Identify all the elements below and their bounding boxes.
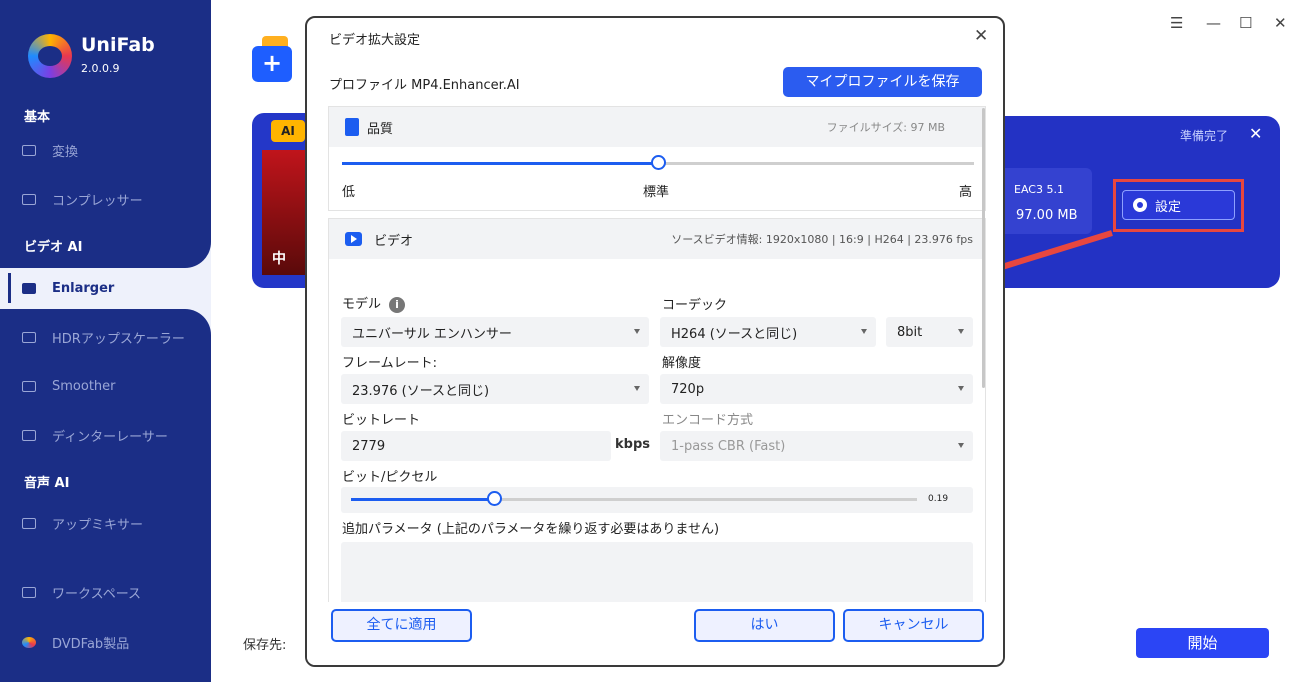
sidebar-item-compressor[interactable]: コンプレッサー — [0, 182, 211, 216]
bpp-slider-fill — [351, 498, 495, 501]
bitrate-label: ビットレート — [342, 413, 421, 428]
upmixer-icon — [22, 517, 36, 529]
minimize-icon[interactable]: — — [1206, 14, 1221, 32]
hdr-icon — [22, 331, 36, 343]
section-video-ai: ビデオ AI — [24, 240, 83, 255]
quality-slider-knob[interactable] — [651, 155, 666, 170]
dvdfab-icon — [22, 636, 36, 648]
sidebar-item-deinterlacer[interactable]: ディンターレーサー — [0, 418, 211, 452]
maximize-icon[interactable]: ☐ — [1239, 14, 1252, 32]
quality-low-label: 低 — [342, 185, 356, 200]
video-icon — [345, 232, 362, 246]
highlight-box — [1113, 179, 1244, 232]
unifab-logo-icon — [28, 34, 72, 78]
subtitle-badge: 中 — [272, 251, 286, 267]
compress-icon — [22, 193, 36, 205]
video-title: ビデオ — [374, 233, 414, 249]
quality-standard-label: 標準 — [643, 185, 670, 200]
sidebar-item-smoother[interactable]: Smoother — [0, 369, 211, 403]
resolution-label: 解像度 — [662, 356, 702, 371]
bpp-slider-knob[interactable] — [487, 491, 502, 506]
save-to-label: 保存先: — [243, 638, 287, 653]
yes-button[interactable]: はい — [694, 609, 835, 642]
monitor-icon — [22, 586, 36, 598]
resolution-select[interactable]: 720p — [660, 374, 973, 404]
model-label: モデル i — [342, 293, 406, 313]
smoother-icon — [22, 380, 36, 392]
quality-slider-fill — [342, 162, 658, 165]
remove-task-icon[interactable]: ✕ — [1249, 124, 1262, 143]
close-window-icon[interactable]: ✕ — [1274, 14, 1287, 32]
codec-label: コーデック — [662, 298, 728, 313]
sidebar-item-hdr-upscaler[interactable]: HDRアップスケーラー — [0, 320, 211, 354]
framerate-select[interactable]: 23.976 (ソースと同じ) — [341, 374, 649, 404]
dialog-title: ビデオ拡大設定 — [329, 33, 421, 48]
sidebar-item-enlarger[interactable]: Enlarger — [0, 271, 211, 305]
source-info: ソースビデオ情報: 1920x1080 | 16:9 | H264 | 23.9… — [671, 233, 973, 246]
deinterlace-icon — [22, 429, 36, 441]
extra-params-label: 追加パラメータ (上記のパラメータを繰り返す必要はありません) — [342, 522, 720, 537]
encode-label: エンコード方式 — [662, 413, 754, 428]
task-status: 準備完了 — [1180, 129, 1229, 143]
dialog-footer: 全てに適用 はい キャンセル — [307, 602, 1003, 665]
output-size: 97.00 MB — [1016, 208, 1078, 223]
sidebar-item-upmixer[interactable]: アップミキサー — [0, 506, 211, 540]
framerate-label: フレームレート: — [342, 356, 437, 371]
video-thumbnail — [262, 150, 310, 275]
section-basic: 基本 — [24, 110, 51, 125]
model-select[interactable]: ユニバーサル エンハンサー — [341, 317, 649, 347]
sidebar: UniFab 2.0.0.9 基本 変換 コンプレッサー ビデオ AI Enla… — [0, 0, 211, 682]
audio-track[interactable]: EAC3 5.1 — [1014, 183, 1064, 196]
info-icon[interactable]: i — [389, 297, 406, 313]
apply-all-button[interactable]: 全てに適用 — [331, 609, 472, 642]
save-profile-button[interactable]: マイプロファイルを保存 — [783, 67, 982, 97]
sidebar-item-workspace[interactable]: ワークスペース — [0, 575, 211, 609]
bitrate-input[interactable]: 2779 — [341, 431, 611, 461]
codec-select[interactable]: H264 (ソースと同じ) — [660, 317, 876, 347]
chevron-down-icon — [634, 329, 640, 334]
bitdepth-select[interactable]: 8bit — [886, 317, 973, 347]
chevron-down-icon — [634, 386, 640, 391]
chevron-down-icon — [861, 329, 867, 334]
sidebar-item-dvdfab[interactable]: DVDFab製品 — [0, 625, 211, 659]
document-icon — [345, 118, 359, 136]
chevron-down-icon — [958, 443, 964, 448]
quality-high-label: 高 — [959, 185, 973, 200]
profile-label: プロファイル MP4.Enhancer.AI — [329, 78, 520, 93]
app-name: UniFab — [81, 34, 155, 56]
menu-icon[interactable]: ☰ — [1170, 14, 1183, 32]
app-version: 2.0.0.9 — [81, 62, 120, 75]
dialog-close-icon[interactable]: ✕ — [974, 26, 988, 46]
enlarger-icon — [22, 282, 36, 294]
cancel-button[interactable]: キャンセル — [843, 609, 984, 642]
section-audio-ai: 音声 AI — [24, 476, 70, 491]
dialog-scrollbar[interactable] — [982, 108, 985, 388]
start-button[interactable]: 開始 — [1136, 628, 1269, 658]
chevron-down-icon — [958, 329, 964, 334]
ai-badge: AI — [271, 120, 305, 142]
chevron-down-icon — [958, 386, 964, 391]
bpp-value[interactable]: 0.19 — [928, 494, 948, 504]
enlarger-settings-dialog: ビデオ拡大設定 ✕ プロファイル MP4.Enhancer.AI マイプロファイ… — [305, 16, 1005, 667]
file-size: ファイルサイズ: 97 MB — [826, 121, 945, 134]
quality-panel: 品質 ファイルサイズ: 97 MB 低 標準 高 — [328, 106, 986, 211]
sidebar-item-convert[interactable]: 変換 — [0, 133, 211, 167]
quality-title: 品質 — [367, 121, 394, 137]
play-square-icon — [22, 144, 36, 156]
bitrate-unit: kbps — [615, 437, 650, 452]
bpp-label: ビット/ピクセル — [342, 470, 438, 485]
add-video-button[interactable]: + — [252, 36, 292, 82]
encode-select[interactable]: 1-pass CBR (Fast) — [660, 431, 973, 461]
